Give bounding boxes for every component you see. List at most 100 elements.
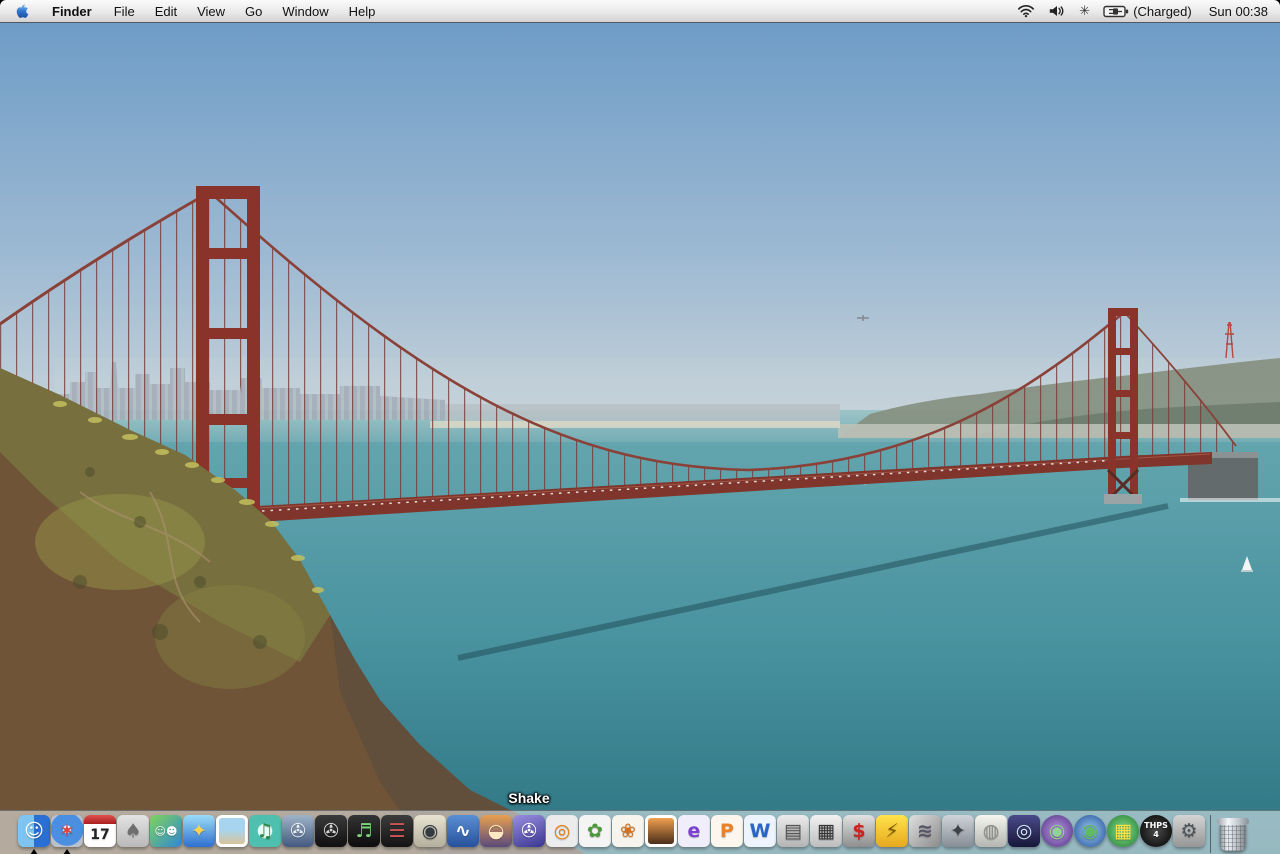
app-icon: ◉: [421, 819, 439, 842]
app-icon: ☰: [388, 819, 406, 842]
dock-item-metallic-logo-game[interactable]: ≋: [909, 815, 941, 847]
dock-item-sketch-app[interactable]: ✿: [579, 815, 611, 847]
battery-icon: [1103, 5, 1129, 17]
app-icon: ✶: [59, 819, 75, 842]
dock-item-chip-utility[interactable]: ⚙: [1173, 815, 1205, 847]
dock-item-soundtrack[interactable]: ♬: [348, 815, 380, 847]
app-icon: ◎: [1015, 819, 1033, 842]
dock-item-blender[interactable]: ◎: [546, 815, 578, 847]
menubar-menus: Finder File Edit View Go Window Help: [40, 0, 385, 22]
dock-tooltip: Shake: [508, 790, 550, 806]
menubar-clock[interactable]: Sun 00:38: [1205, 4, 1268, 19]
dock-item-thps4[interactable]: THPS 4: [1140, 815, 1172, 847]
wifi-menu-extra[interactable]: [1017, 0, 1035, 22]
battery-status-label: (Charged): [1133, 3, 1192, 19]
menu-help[interactable]: Help: [339, 0, 386, 22]
app-icon: ◒: [487, 819, 505, 842]
dock-item-skater-game[interactable]: ✦: [942, 815, 974, 847]
dock-item-msn-messenger[interactable]: ☺☻: [150, 815, 182, 847]
app-icon: ♫: [256, 819, 274, 842]
dock-item-globe-game[interactable]: ◉: [1074, 815, 1106, 847]
dock-item-apple-app[interactable]: ♠: [117, 815, 149, 847]
dock-item-preview[interactable]: [216, 815, 248, 847]
battery-menu-extra[interactable]: (Charged): [1103, 0, 1192, 22]
dock-item-iphoto[interactable]: [645, 815, 677, 847]
menu-label: File: [113, 3, 135, 19]
app-icon: ◉: [1048, 819, 1066, 842]
dock-item-purple-orb-game[interactable]: ◉: [1041, 815, 1073, 847]
dock-item-final-cut-pro[interactable]: ☰: [381, 815, 413, 847]
dock-items: ☺ ✶ 17 ♠ ☺☻ ✦ ♫ ✇ ✇ ♬ ☰ ◉ ∿ ◒ ✇ ◎ ✿ ❀ e …: [18, 815, 1206, 854]
volume-icon: [1050, 6, 1064, 16]
screen-corner-right: [1274, 0, 1280, 6]
dock-item-ufo-game[interactable]: ◍: [975, 815, 1007, 847]
dock-item-powerpoint[interactable]: P: [711, 815, 743, 847]
dock-item-pikachu-game[interactable]: ⚡: [876, 815, 908, 847]
menu-view[interactable]: View: [187, 0, 235, 22]
dock-item-dvd-studio-pro[interactable]: ◒: [480, 815, 512, 847]
dock-item-register-device[interactable]: ▦: [810, 815, 842, 847]
menu-label: Edit: [154, 3, 178, 19]
app-icon: ∿: [455, 819, 471, 842]
app-icon: ✇: [521, 819, 537, 842]
dock: ☺ ✶ 17 ♠ ☺☻ ✦ ♫ ✇ ✇ ♬ ☰ ◉ ∿ ◒ ✇ ◎ ✿ ❀ e …: [0, 790, 1280, 854]
app-icon: ✿: [587, 819, 603, 842]
dock-item-shake[interactable]: ✇: [513, 815, 545, 847]
dock-item-green-orb-game[interactable]: ▦: [1107, 815, 1139, 847]
app-icon: ≋: [917, 819, 933, 842]
app-icon: ⚙: [1180, 819, 1198, 842]
dock-item-cinema-tools[interactable]: ✇: [315, 815, 347, 847]
volume-menu-extra[interactable]: [1048, 0, 1066, 22]
dock-item-itunes[interactable]: ♫: [249, 815, 281, 847]
app-icon: ▦: [817, 819, 835, 842]
app-icon: ☺☻: [154, 824, 178, 838]
app-icon: ♬: [355, 819, 373, 842]
menu-edit[interactable]: Edit: [145, 0, 187, 22]
app-icon: ♠: [124, 819, 142, 842]
menu-label: Finder: [52, 3, 92, 19]
app-icon: ▤: [784, 819, 802, 842]
starburst-icon: ✳: [1079, 3, 1091, 19]
menu-file[interactable]: File: [104, 0, 145, 22]
apple-logo-icon: [16, 4, 29, 18]
app-icon: ✦: [950, 819, 966, 842]
dock-item-money-app[interactable]: $: [843, 815, 875, 847]
dock-item-ichat[interactable]: ✦: [183, 815, 215, 847]
desktop: Finder File Edit View Go Window Help ✳ (…: [0, 0, 1280, 854]
dock-item-livetype[interactable]: ◉: [414, 815, 446, 847]
menu-window[interactable]: Window: [272, 0, 338, 22]
dock-item-trash[interactable]: [1215, 815, 1251, 851]
app-icon: W: [749, 819, 771, 842]
app-icon: ✇: [290, 819, 306, 842]
app-icon: ◉: [1081, 819, 1099, 842]
dock-item-screen-capture-app[interactable]: ◎: [1008, 815, 1040, 847]
dock-item-final-cut-express[interactable]: ∿: [447, 815, 479, 847]
menu-go[interactable]: Go: [235, 0, 272, 22]
dock-item-painter[interactable]: ❀: [612, 815, 644, 847]
dock-item-finder[interactable]: ☺: [18, 815, 50, 854]
starburst-menu-extra[interactable]: ✳: [1079, 0, 1090, 22]
screen-corner-left: [0, 0, 6, 6]
dock-item-imovie[interactable]: ✇: [282, 815, 314, 847]
app-icon: ✦: [191, 819, 207, 842]
menu-label: View: [197, 3, 226, 19]
app-icon: 17: [90, 827, 110, 843]
menu-label: Window: [282, 3, 329, 19]
dock-item-word[interactable]: W: [744, 815, 776, 847]
menu-label: Help: [348, 3, 376, 19]
app-icon: ❀: [620, 819, 636, 842]
app-icon: e: [687, 819, 701, 842]
apple-menu[interactable]: [0, 0, 40, 22]
dock-item-ical[interactable]: 17: [84, 815, 116, 847]
menu-finder[interactable]: Finder: [40, 0, 104, 22]
app-icon: ◎: [553, 819, 571, 842]
dock-item-safari[interactable]: ✶: [51, 815, 83, 854]
app-icon: ☺: [24, 819, 44, 842]
dock-item-photo-printer[interactable]: ▤: [777, 815, 809, 847]
app-icon: ⚡: [885, 819, 899, 842]
app-icon: $: [852, 819, 866, 842]
menubar: Finder File Edit View Go Window Help ✳ (…: [0, 0, 1280, 23]
app-icon: P: [720, 819, 734, 842]
dock-item-entourage[interactable]: e: [678, 815, 710, 847]
app-icon: ◍: [982, 819, 1000, 842]
